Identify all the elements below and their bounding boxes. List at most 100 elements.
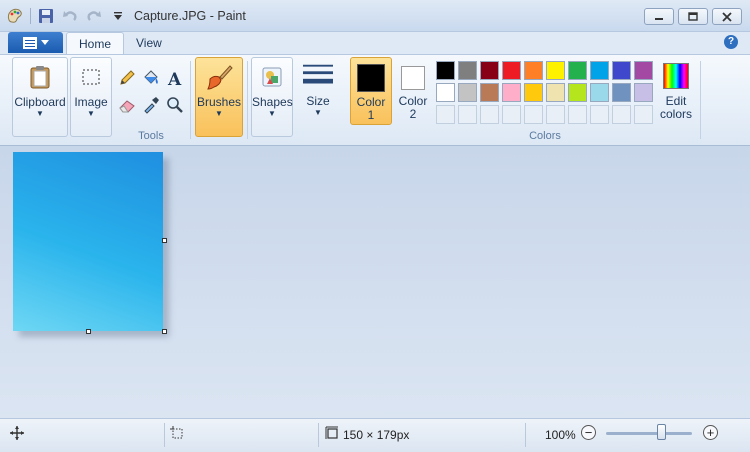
custom-color-slot[interactable] [612,105,631,124]
chevron-down-icon [40,39,49,45]
color2-label: Color 2 [398,94,428,121]
ribbon-tab-row: Home View ? [0,32,750,54]
edit-colors-button[interactable]: Edit colors [656,57,696,137]
palette-swatch[interactable] [502,61,521,80]
ribbon: Clipboard ▼ Image ▼ A Tools Brushes ▼ Sh… [0,54,750,146]
resize-handle-corner[interactable] [162,329,167,334]
custom-color-slot[interactable] [458,105,477,124]
size-label: Size [306,94,330,108]
size-button[interactable]: Size ▼ [296,57,340,137]
clipboard-icon [25,62,55,92]
color-picker-icon[interactable] [140,94,162,116]
maximize-icon [688,11,698,21]
group-separator [700,61,701,139]
palette-swatch[interactable] [480,83,499,102]
pencil-icon[interactable] [116,67,138,89]
tools-group: A Tools [114,58,188,144]
close-button[interactable] [712,8,742,25]
chevron-down-icon: ▼ [36,109,44,118]
window-title: Capture.JPG - Paint [134,9,246,23]
shapes-button[interactable]: Shapes ▼ [251,57,293,137]
custom-color-slot[interactable] [634,105,653,124]
palette-swatch[interactable] [458,83,477,102]
color2-button[interactable]: Color 2 [394,57,432,125]
fill-bucket-icon[interactable] [140,67,162,89]
clipboard-label: Clipboard [14,95,66,109]
palette-swatch[interactable] [590,61,609,80]
cursor-position-icon [10,426,24,443]
palette-swatch[interactable] [524,83,543,102]
custom-color-slot[interactable] [524,105,543,124]
palette-swatch[interactable] [546,83,565,102]
close-icon [722,11,732,22]
palette-swatch[interactable] [590,83,609,102]
resize-handle-bottom[interactable] [86,329,91,334]
customize-qat-dropdown-icon[interactable] [109,7,127,25]
tab-view[interactable]: View [124,32,174,54]
zoom-out-button[interactable]: − [581,425,596,440]
svg-text:A: A [167,70,182,87]
palette-swatch[interactable] [480,61,499,80]
colors-group-label: Colors [529,130,561,142]
text-icon[interactable]: A [164,67,186,89]
custom-color-slot[interactable] [568,105,587,124]
group-separator [247,61,248,139]
chevron-down-icon: ▼ [314,108,322,117]
canvas-workspace[interactable] [0,146,750,418]
chevron-down-icon: ▼ [268,109,276,118]
title-bar: Capture.JPG - Paint [0,0,750,32]
qat-separator [30,8,31,24]
clipboard-button[interactable]: Clipboard ▼ [12,57,68,137]
status-separator [318,423,319,447]
zoom-slider-track[interactable] [606,432,692,435]
chevron-down-icon: ▼ [87,109,95,118]
palette-swatch[interactable] [634,83,653,102]
palette-swatch[interactable] [524,61,543,80]
color2-swatch [401,66,425,90]
group-separator [190,61,191,139]
minimize-button[interactable] [644,8,674,25]
line-size-icon [303,61,333,91]
palette-swatch[interactable] [612,61,631,80]
status-bar: 150 × 179px 100% − + [0,418,750,452]
brushes-button[interactable]: Brushes ▼ [195,57,243,137]
zoom-slider-thumb[interactable] [657,424,667,440]
colors-group: Colors [434,58,656,144]
palette-swatch[interactable] [568,61,587,80]
palette-swatch[interactable] [436,83,455,102]
chevron-down-icon: ▼ [215,109,223,118]
application-menu-button[interactable] [8,32,63,53]
color1-label: Color 1 [356,95,386,122]
shapes-icon [257,62,287,92]
help-icon[interactable]: ? [724,35,738,49]
redo-icon[interactable] [85,7,103,25]
paint-logo-icon[interactable] [6,7,24,25]
palette-swatch[interactable] [612,83,631,102]
palette-swatch[interactable] [546,61,565,80]
palette-swatch[interactable] [458,61,477,80]
save-icon[interactable] [37,7,55,25]
custom-color-slot[interactable] [436,105,455,124]
palette-swatch[interactable] [634,61,653,80]
custom-color-slot[interactable] [480,105,499,124]
palette-swatch[interactable] [568,83,587,102]
status-separator [164,423,165,447]
custom-color-slot[interactable] [546,105,565,124]
undo-icon[interactable] [61,7,79,25]
zoom-in-button[interactable]: + [703,425,718,440]
color1-button[interactable]: Color 1 [350,57,392,125]
drawing-canvas[interactable] [13,152,163,331]
custom-color-slot[interactable] [590,105,609,124]
palette-swatch[interactable] [436,61,455,80]
palette-swatch[interactable] [502,83,521,102]
image-button[interactable]: Image ▼ [70,57,112,137]
magnifier-icon[interactable] [164,94,186,116]
brushes-label: Brushes [196,95,242,109]
eraser-icon[interactable] [116,94,138,116]
image-label: Image [74,95,108,109]
color1-swatch [357,64,385,92]
custom-color-slot[interactable] [502,105,521,124]
maximize-button[interactable] [678,8,708,25]
tab-home[interactable]: Home [66,32,125,54]
resize-handle-right[interactable] [162,238,167,243]
